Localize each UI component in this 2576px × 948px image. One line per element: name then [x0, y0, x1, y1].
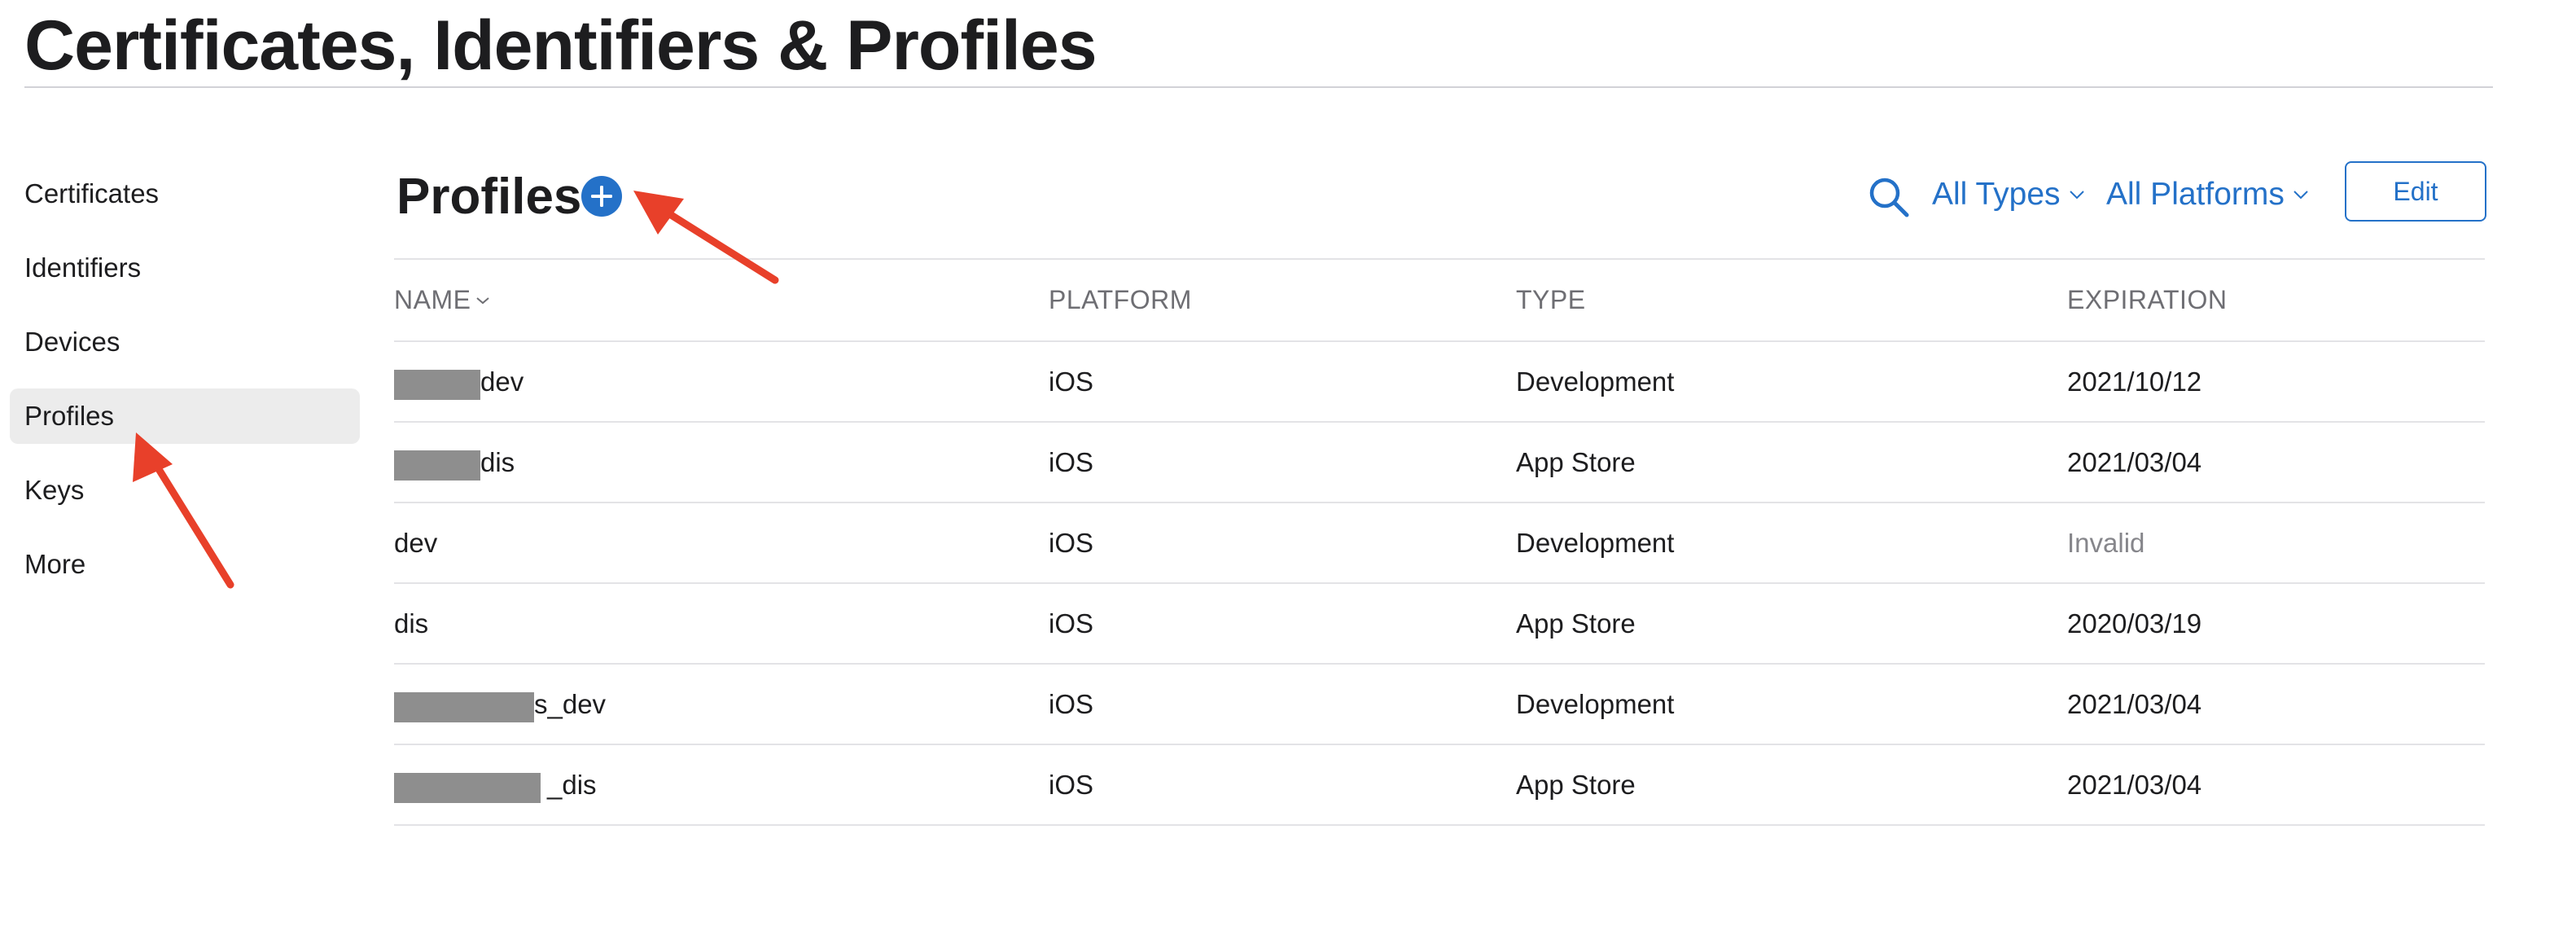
profile-type: App Store — [1516, 770, 1636, 800]
chevron-down-icon — [476, 296, 490, 304]
redacted-text — [394, 773, 541, 803]
profile-platform: iOS — [1049, 528, 1094, 558]
profile-type: Development — [1516, 689, 1675, 719]
profile-expiration: 2021/10/12 — [2067, 366, 2202, 397]
redacted-text — [394, 692, 534, 722]
profile-platform: iOS — [1049, 770, 1094, 800]
sidebar-item-keys[interactable]: Keys — [10, 463, 360, 518]
filter-types-dropdown[interactable]: All Types — [1932, 166, 2085, 223]
profile-name: s_dev — [534, 689, 607, 719]
profile-type: Development — [1516, 366, 1675, 397]
table-header: NAME PLATFORM TYPE EXPIRATION — [394, 258, 2485, 342]
column-header-name[interactable]: NAME — [394, 260, 490, 340]
table-row[interactable]: dev iOS Development 2021/10/12 — [394, 342, 2485, 423]
column-header-name-label: NAME — [394, 285, 471, 314]
filter-types-label: All Types — [1932, 177, 2061, 212]
profile-expiration-invalid: Invalid — [2067, 528, 2145, 558]
filter-platforms-dropdown[interactable]: All Platforms — [2106, 166, 2309, 223]
filter-platforms-label: All Platforms — [2106, 177, 2285, 212]
page: Certificates, Identifiers & Profiles Cer… — [0, 0, 2576, 948]
table-row[interactable]: dis iOS App Store 2021/03/04 — [394, 423, 2485, 503]
profiles-table: NAME PLATFORM TYPE EXPIRATION dev iOS De… — [394, 258, 2485, 826]
table-row[interactable]: s_dev iOS Development 2021/03/04 — [394, 665, 2485, 745]
profile-expiration: 2021/03/04 — [2067, 770, 2202, 800]
chevron-down-icon — [2069, 190, 2084, 200]
profile-name: dis — [394, 608, 429, 639]
profile-expiration: 2020/03/19 — [2067, 608, 2202, 639]
table-row[interactable]: dis iOS App Store 2020/03/19 — [394, 584, 2485, 665]
sidebar-item-identifiers[interactable]: Identifiers — [10, 240, 360, 296]
edit-button[interactable]: Edit — [2345, 161, 2486, 222]
profile-expiration: 2021/03/04 — [2067, 447, 2202, 477]
profile-type: Development — [1516, 528, 1675, 558]
table-row[interactable]: _dis iOS App Store 2021/03/04 — [394, 745, 2485, 826]
profile-type: App Store — [1516, 447, 1636, 477]
profile-platform: iOS — [1049, 608, 1094, 639]
section-title: Profiles — [396, 169, 582, 225]
profile-name: dev — [480, 366, 524, 397]
add-profile-button[interactable] — [581, 176, 622, 217]
profile-expiration: 2021/03/04 — [2067, 689, 2202, 719]
column-header-type: TYPE — [1516, 285, 1586, 314]
profile-type: App Store — [1516, 608, 1636, 639]
column-header-expiration: EXPIRATION — [2067, 285, 2228, 314]
profile-platform: iOS — [1049, 366, 1094, 397]
sidebar-item-devices[interactable]: Devices — [10, 314, 360, 370]
sidebar-item-profiles[interactable]: Profiles — [10, 388, 360, 444]
redacted-text — [394, 450, 480, 481]
page-title: Certificates, Identifiers & Profiles — [24, 7, 1097, 85]
profile-name: dev — [394, 528, 438, 558]
chevron-down-icon — [2293, 190, 2308, 200]
plus-circle-icon — [591, 186, 612, 207]
profile-platform: iOS — [1049, 447, 1094, 477]
profile-platform: iOS — [1049, 689, 1094, 719]
title-divider — [24, 86, 2493, 88]
column-header-platform: PLATFORM — [1049, 285, 1192, 314]
sidebar: Certificates Identifiers Devices Profile… — [10, 166, 360, 611]
profile-name: dis — [480, 447, 515, 477]
profile-name: _dis — [547, 770, 597, 800]
redacted-text — [394, 370, 480, 400]
table-row[interactable]: dev iOS Development Invalid — [394, 503, 2485, 584]
sidebar-item-more[interactable]: More — [10, 537, 360, 592]
search-button[interactable] — [1864, 173, 1913, 222]
sidebar-item-certificates[interactable]: Certificates — [10, 166, 360, 222]
search-icon — [1869, 178, 1909, 217]
